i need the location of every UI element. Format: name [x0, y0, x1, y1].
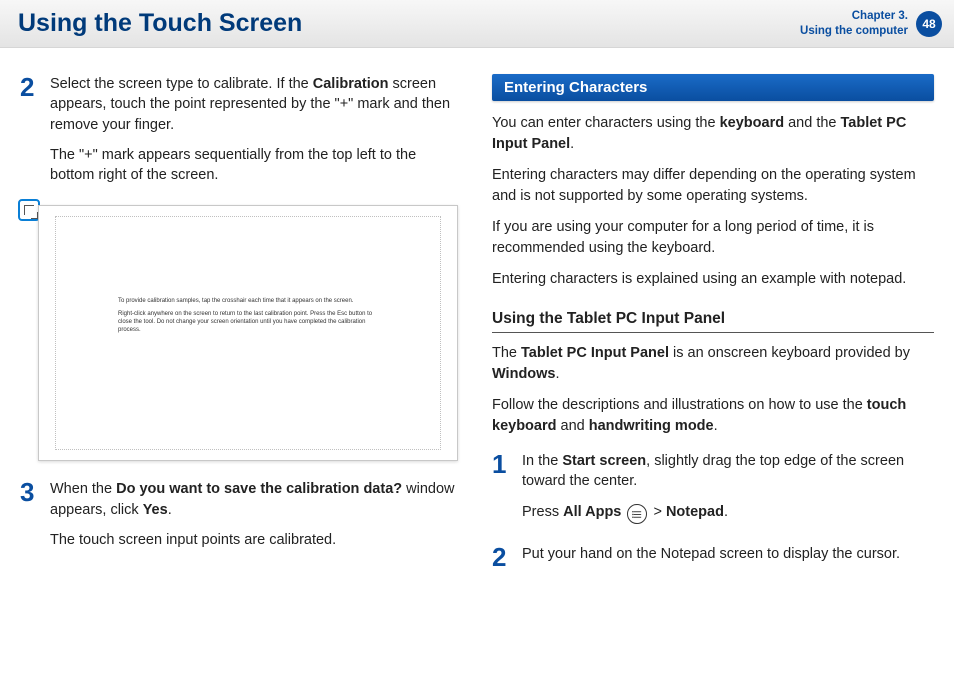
text: is an onscreen keyboard provided by	[669, 345, 910, 361]
paragraph: Entering characters may differ depending…	[492, 165, 934, 207]
step-body: Put your hand on the Notepad screen to d…	[522, 544, 900, 574]
bold-text: Do you want to save the calibration data…	[116, 481, 402, 497]
paragraph: Entering characters is explained using a…	[492, 269, 934, 290]
right-step-1: 1 In the Start screen, slightly drag the…	[492, 451, 934, 534]
paragraph: The Tablet PC Input Panel is an onscreen…	[492, 343, 934, 385]
right-column: Entering Characters You can enter charac…	[492, 74, 934, 585]
chapter-line-1: Chapter 3.	[800, 9, 908, 23]
calibration-instruction-text: To provide calibration samples, tap the …	[118, 297, 378, 339]
bold-text: handwriting mode	[589, 418, 714, 434]
left-column: 2 Select the screen type to calibrate. I…	[20, 74, 462, 585]
text: .	[724, 504, 728, 520]
page-header: Using the Touch Screen Chapter 3. Using …	[0, 0, 954, 48]
bold-text: Start screen	[562, 453, 646, 469]
step-number: 2	[492, 544, 512, 574]
content-area: 2 Select the screen type to calibrate. I…	[0, 48, 954, 605]
bold-text: Windows	[492, 366, 556, 382]
chapter-info: Chapter 3. Using the computer	[800, 9, 908, 38]
text: Follow the descriptions and illustration…	[492, 397, 867, 413]
section-heading-entering-characters: Entering Characters	[492, 74, 934, 101]
bold-text: Tablet PC Input Panel	[521, 345, 669, 361]
calibration-figure: To provide calibration samples, tap the …	[20, 205, 462, 461]
step-2-para-1: Select the screen type to calibrate. If …	[50, 74, 462, 135]
text: .	[570, 136, 574, 152]
step-3-para-2: The touch screen input points are calibr…	[50, 530, 462, 550]
step-number: 2	[20, 74, 40, 195]
step-3: 3 When the Do you want to save the calib…	[20, 479, 462, 560]
step-2-para-2: The "+" mark appears sequentially from t…	[50, 145, 462, 186]
step-body: In the Start screen, slightly drag the t…	[522, 451, 934, 534]
step-number: 1	[492, 451, 512, 534]
paragraph: You can enter characters using the keybo…	[492, 113, 934, 155]
text: To provide calibration samples, tap the …	[118, 297, 378, 305]
text: and the	[784, 115, 840, 131]
orientation-icon	[18, 199, 40, 221]
text: Select the screen type to calibrate. If …	[50, 76, 313, 92]
text: .	[714, 418, 718, 434]
step-3-para-1: When the Do you want to save the calibra…	[50, 479, 462, 520]
right-step-2: 2 Put your hand on the Notepad screen to…	[492, 544, 934, 574]
right-step-1-para-1: In the Start screen, slightly drag the t…	[522, 451, 934, 492]
text: >	[653, 504, 666, 520]
text: Press	[522, 504, 563, 520]
bold-text: Yes	[143, 502, 168, 518]
step-number: 3	[20, 479, 40, 560]
step-body: Select the screen type to calibrate. If …	[50, 74, 462, 195]
text: and	[556, 418, 588, 434]
text: .	[556, 366, 560, 382]
text: Right-click anywhere on the screen to re…	[118, 310, 378, 335]
text: In the	[522, 453, 562, 469]
calibration-window-image: To provide calibration samples, tap the …	[38, 205, 458, 461]
all-apps-icon	[627, 504, 647, 524]
text: .	[168, 502, 172, 518]
right-step-2-para-1: Put your hand on the Notepad screen to d…	[522, 544, 900, 564]
paragraph: If you are using your computer for a lon…	[492, 217, 934, 259]
chapter-line-2: Using the computer	[800, 24, 908, 38]
bold-text: Notepad	[666, 504, 724, 520]
page-number-badge: 48	[916, 11, 942, 37]
text: The	[492, 345, 521, 361]
subheading-tablet-pc-input-panel: Using the Tablet PC Input Panel	[492, 310, 934, 333]
right-step-1-para-2: Press All Apps > Notepad.	[522, 502, 934, 525]
page-title: Using the Touch Screen	[18, 9, 800, 38]
text: You can enter characters using the	[492, 115, 720, 131]
step-body: When the Do you want to save the calibra…	[50, 479, 462, 560]
step-2: 2 Select the screen type to calibrate. I…	[20, 74, 462, 195]
bold-text: keyboard	[720, 115, 784, 131]
bold-text: Calibration	[313, 76, 389, 92]
bold-text: All Apps	[563, 504, 621, 520]
text: When the	[50, 481, 116, 497]
paragraph: Follow the descriptions and illustration…	[492, 395, 934, 437]
